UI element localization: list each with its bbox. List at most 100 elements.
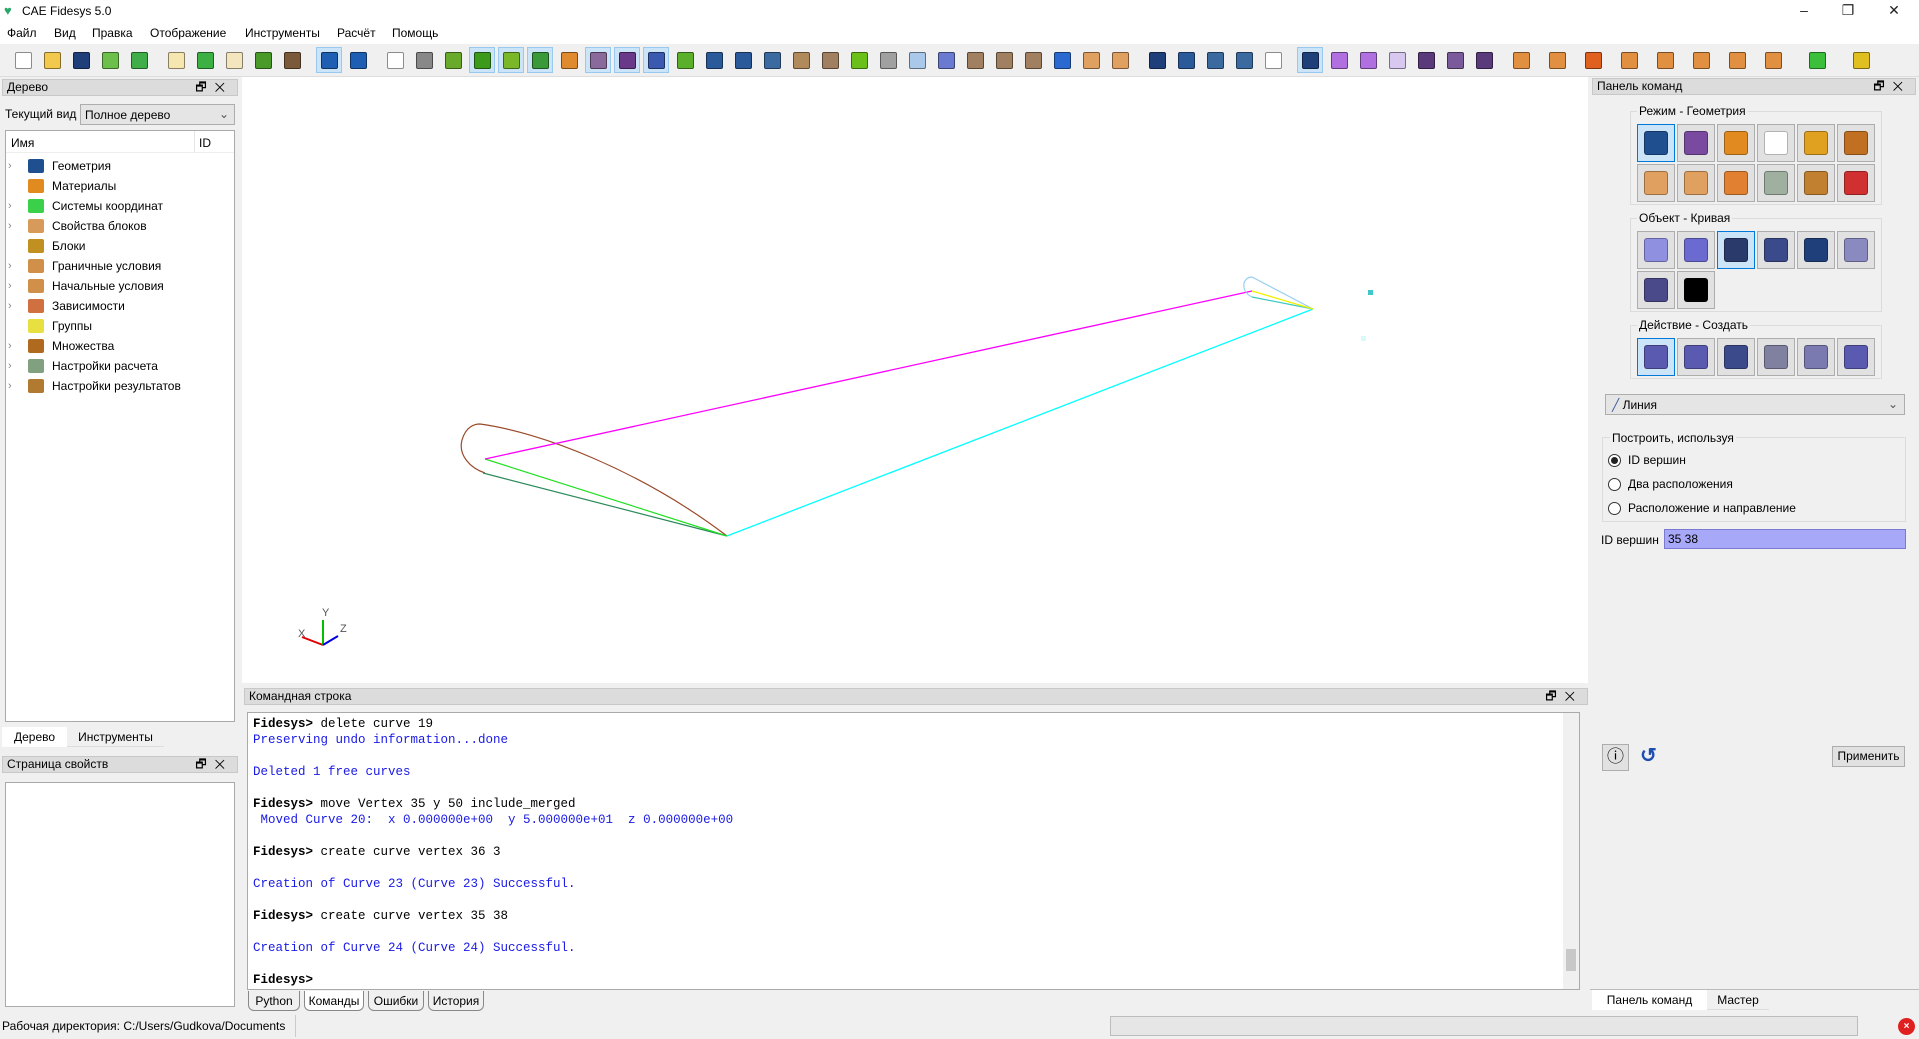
menu-calculation[interactable]: Расчёт — [337, 26, 376, 40]
zoom-out-button[interactable] — [730, 47, 756, 73]
export-button[interactable] — [126, 47, 152, 73]
apply-button[interactable]: Применить — [1832, 746, 1905, 767]
menu-display[interactable]: Отображение — [150, 26, 226, 40]
mesh-view-button[interactable] — [527, 47, 553, 73]
chevron-right-icon[interactable]: › — [8, 280, 22, 292]
chevron-right-icon[interactable]: › — [8, 260, 22, 272]
transparent-cube-button[interactable] — [904, 47, 930, 73]
body-object-button[interactable] — [1837, 231, 1875, 269]
chevron-right-icon[interactable]: › — [8, 380, 22, 392]
section-top-button[interactable] — [962, 47, 988, 73]
face-button[interactable] — [1384, 47, 1410, 73]
curve-type-select[interactable]: ╱ Линия ⌄ — [1605, 394, 1905, 415]
undo-power-button[interactable] — [316, 47, 342, 73]
dock-float-close-icons[interactable]: 🗗✕ — [1545, 689, 1583, 704]
convection-button[interactable] — [1688, 47, 1714, 73]
tree-item[interactable]: › Свойства блоков — [8, 216, 147, 236]
create-action-button[interactable] — [1637, 338, 1675, 376]
green-frame-button[interactable] — [846, 47, 872, 73]
view-axis-button[interactable] — [1848, 47, 1874, 73]
volume-button[interactable] — [1173, 47, 1199, 73]
refresh-button[interactable] — [672, 47, 698, 73]
grid-button[interactable] — [585, 47, 611, 73]
shaded-cube-button[interactable] — [440, 47, 466, 73]
wireframe-cube-button[interactable] — [382, 47, 408, 73]
geometry-mode-button[interactable] — [1637, 124, 1675, 162]
error-indicator-icon[interactable]: × — [1898, 1018, 1915, 1035]
temperature-button[interactable] — [1652, 47, 1678, 73]
column-name[interactable]: Имя — [11, 136, 34, 150]
sets-mode-button[interactable] — [1837, 124, 1875, 162]
vertex-select-button[interactable] — [1297, 47, 1323, 73]
import-button[interactable] — [97, 47, 123, 73]
chevron-right-icon[interactable]: › — [8, 220, 22, 232]
info-button[interactable]: ⓘ — [1602, 744, 1629, 771]
chevron-right-icon[interactable]: › — [8, 340, 22, 352]
tab-ошибки[interactable]: Ошибки — [368, 991, 424, 1011]
chevron-right-icon[interactable]: › — [8, 360, 22, 372]
tree-item[interactable]: › Зависимости — [8, 296, 125, 316]
force-button[interactable] — [1508, 47, 1534, 73]
curve-select-button[interactable] — [1260, 47, 1286, 73]
radio-two-locations[interactable]: Два расположения — [1608, 477, 1733, 491]
fit-view-button[interactable] — [759, 47, 785, 73]
zoom-in-button[interactable] — [701, 47, 727, 73]
tab-command-panel[interactable]: Панель команд — [1592, 990, 1707, 1010]
transform-action-button[interactable] — [1717, 338, 1755, 376]
play-journal-button[interactable] — [192, 47, 218, 73]
hex-button[interactable] — [1413, 47, 1439, 73]
tab-история[interactable]: История — [428, 991, 484, 1011]
tree-item[interactable]: › Системы координат — [8, 196, 163, 216]
tree-item[interactable]: Материалы — [8, 176, 116, 196]
tab-tree[interactable]: Дерево — [2, 727, 67, 747]
tree-item[interactable]: › Геометрия — [8, 156, 111, 176]
materials-mode-button[interactable] — [1717, 124, 1755, 162]
minimize-button[interactable]: – — [1782, 0, 1826, 22]
command-scrollbar[interactable] — [1563, 713, 1579, 989]
close-window-button[interactable]: ✕ — [1872, 0, 1916, 22]
chevron-right-icon[interactable]: › — [8, 300, 22, 312]
tree-item[interactable]: Блоки — [8, 236, 86, 256]
blocks-mode-button[interactable] — [1797, 124, 1835, 162]
delete-action-button[interactable] — [1797, 338, 1835, 376]
tab-tools[interactable]: Инструменты — [67, 727, 164, 747]
menu-file[interactable]: Файл — [7, 26, 37, 40]
menu-tools[interactable]: Инструменты — [245, 26, 320, 40]
select-box-button[interactable] — [643, 47, 669, 73]
tree-item[interactable]: › Граничные условия — [8, 256, 161, 276]
results-settings-mode-button[interactable] — [1797, 164, 1835, 202]
tree-item[interactable]: › Начальные условия — [8, 276, 164, 296]
open-folder-button[interactable] — [39, 47, 65, 73]
surface-button[interactable] — [1107, 47, 1133, 73]
mesh-grid-button[interactable] — [1442, 47, 1468, 73]
group-button[interactable] — [1144, 47, 1170, 73]
menu-edit[interactable]: Правка — [92, 26, 133, 40]
column-id[interactable]: ID — [199, 136, 211, 150]
run-button[interactable] — [1804, 47, 1830, 73]
save-button[interactable] — [68, 47, 94, 73]
element-cube-button[interactable] — [1471, 47, 1497, 73]
constraint-button[interactable] — [1760, 47, 1786, 73]
maximize-button[interactable]: ❐ — [1826, 0, 1870, 22]
journal-edit-button[interactable] — [163, 47, 189, 73]
boundary-conditions-mode-button[interactable] — [1637, 164, 1675, 202]
tree-item[interactable]: › Настройки результатов — [8, 376, 181, 396]
node-button[interactable] — [1326, 47, 1352, 73]
heat-flux-button[interactable] — [1580, 47, 1606, 73]
surface-select-button[interactable] — [1231, 47, 1257, 73]
i-beam-button[interactable] — [1078, 47, 1104, 73]
dock-float-close-icons[interactable]: 🗗✕ — [1873, 79, 1911, 94]
tree-item[interactable]: › Настройки расчета — [8, 356, 158, 376]
tree-item[interactable]: › Множества — [8, 336, 114, 356]
modify-action-button[interactable] — [1677, 338, 1715, 376]
hidden-cube-button[interactable] — [411, 47, 437, 73]
new-file-button[interactable] — [10, 47, 36, 73]
box-button[interactable] — [788, 47, 814, 73]
reset-icon[interactable]: ↺ — [1640, 743, 1657, 768]
chevron-right-icon[interactable]: › — [8, 200, 22, 212]
radio-location-direction[interactable]: Расположение и направление — [1608, 501, 1796, 515]
ruler-view-button[interactable] — [817, 47, 843, 73]
current-view-select[interactable]: Полное дерево ⌄ — [80, 104, 235, 125]
volume-object-button[interactable] — [1637, 231, 1675, 269]
menu-view[interactable]: Вид — [54, 26, 76, 40]
